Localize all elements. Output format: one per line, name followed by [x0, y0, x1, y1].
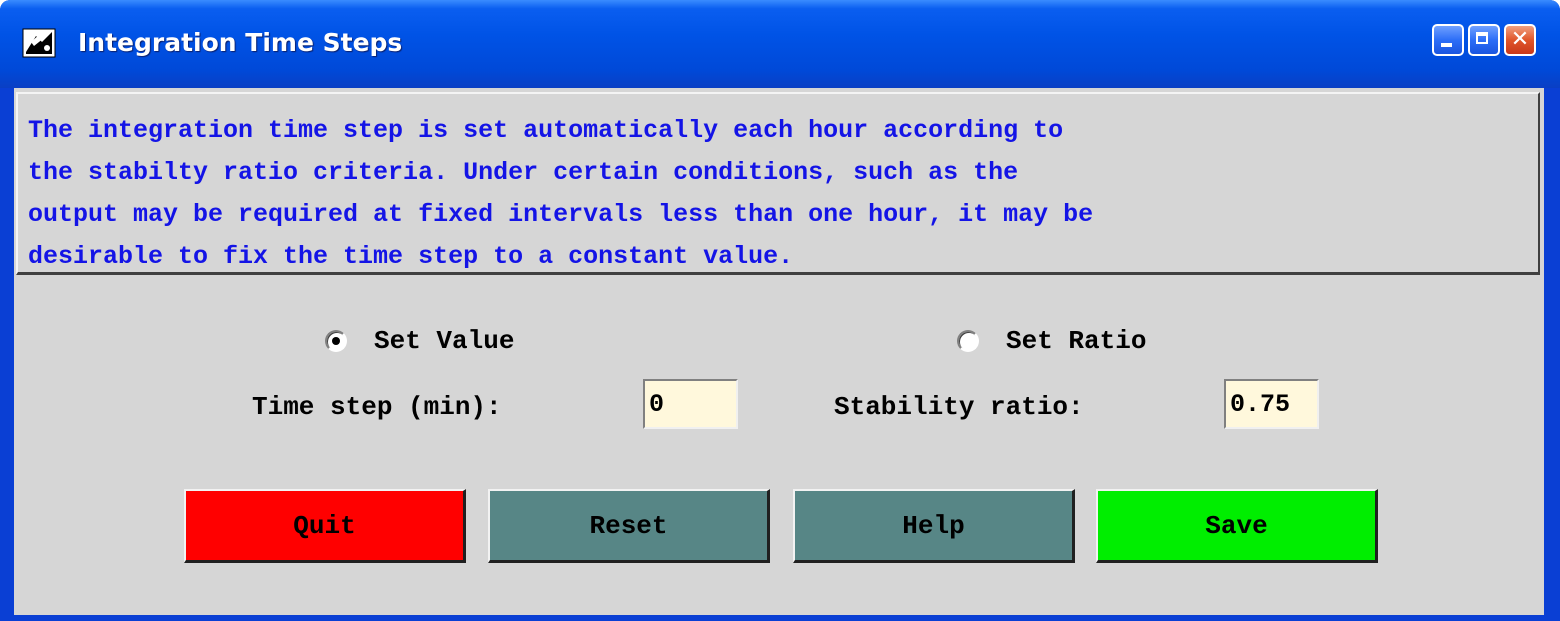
close-icon[interactable]: ✕: [1504, 24, 1536, 56]
close-glyph: ✕: [1510, 27, 1530, 52]
time-step-label: Time step (min):: [252, 392, 502, 422]
set-value-radio[interactable]: [325, 330, 347, 352]
info-text-line: The integration time step is set automat…: [28, 116, 1064, 145]
stability-ratio-label: Stability ratio:: [834, 392, 1084, 422]
save-button[interactable]: Save: [1096, 489, 1378, 563]
dialog-window: Integration Time Steps ✕ The integration…: [0, 0, 1560, 621]
app-icon: [22, 28, 56, 58]
title-bar[interactable]: Integration Time Steps ✕: [0, 0, 1560, 88]
info-text-line: the stabilty ratio criteria. Under certa…: [28, 158, 1019, 187]
info-text-line: output may be required at fixed interval…: [28, 200, 1094, 229]
reset-button[interactable]: Reset: [488, 489, 770, 563]
maximize-icon[interactable]: [1468, 24, 1500, 56]
stability-ratio-input[interactable]: 0.75: [1224, 379, 1319, 429]
help-button[interactable]: Help: [793, 489, 1075, 563]
set-ratio-radio[interactable]: [957, 330, 979, 352]
minimize-icon[interactable]: [1432, 24, 1464, 56]
info-text-line: desirable to fix the time step to a cons…: [28, 242, 794, 271]
dialog-body: The integration time step is set automat…: [14, 88, 1544, 615]
set-ratio-label[interactable]: Set Ratio: [1006, 326, 1146, 356]
time-step-input[interactable]: 0: [643, 379, 738, 429]
window-title: Integration Time Steps: [78, 28, 403, 57]
set-value-label[interactable]: Set Value: [374, 326, 514, 356]
quit-button[interactable]: Quit: [184, 489, 466, 563]
info-panel: The integration time step is set automat…: [16, 92, 1540, 275]
